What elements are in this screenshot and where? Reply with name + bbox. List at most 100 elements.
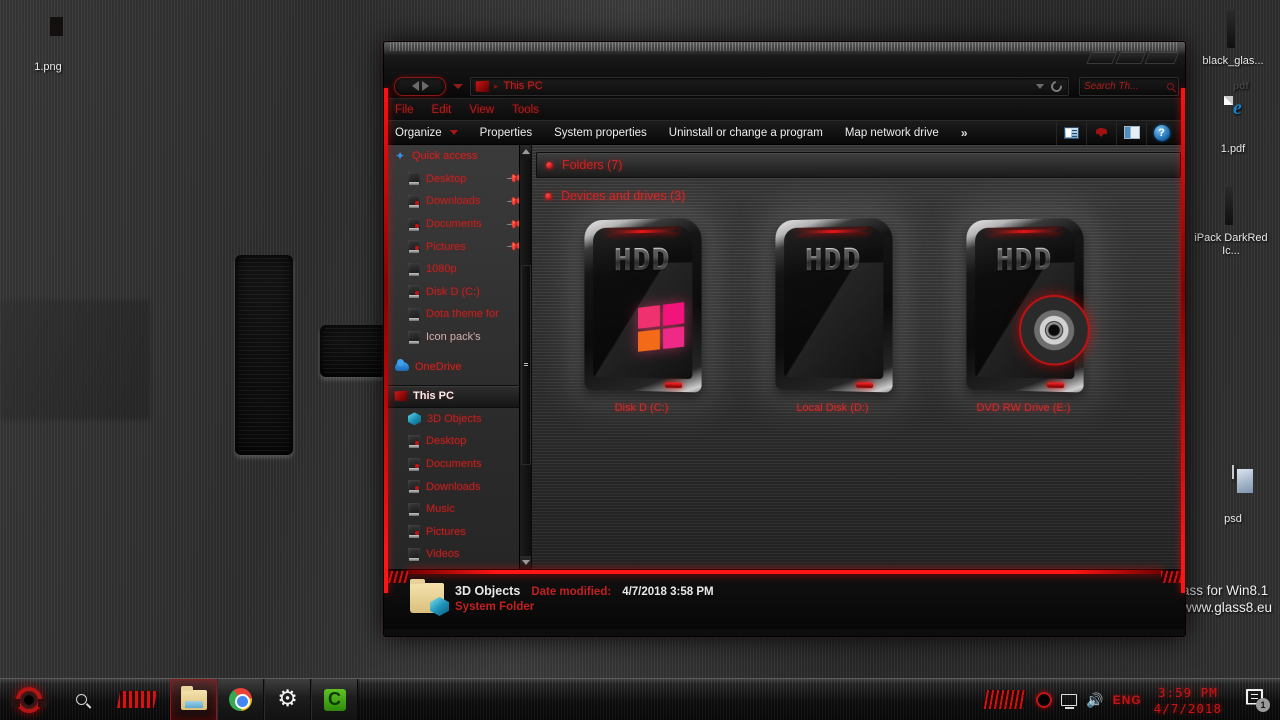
sidebar-scrollbar[interactable] xyxy=(519,145,531,569)
system-properties-button[interactable]: System properties xyxy=(554,127,647,139)
tray-language-indicator[interactable]: ENG xyxy=(1113,693,1142,707)
sidebar-item-3d-objects[interactable]: 3D Objects xyxy=(384,408,531,431)
taskbar-item-settings[interactable] xyxy=(264,679,311,720)
change-view-button[interactable] xyxy=(1056,120,1086,145)
properties-button[interactable]: Properties xyxy=(480,127,532,139)
group-header-devices[interactable]: Devices and drives (3) xyxy=(532,183,1185,209)
sidebar-item-quick-access[interactable]: ✦ Quick access xyxy=(384,145,531,168)
help-button[interactable]: ? xyxy=(1146,120,1176,145)
file-explorer-window[interactable]: ▸ This PC Search Th... File Edit View To… xyxy=(383,41,1186,637)
address-bar-row[interactable]: ▸ This PC Search Th... xyxy=(384,72,1185,98)
map-network-drive-button[interactable]: Map network drive xyxy=(845,127,939,139)
refresh-icon[interactable] xyxy=(1049,78,1064,93)
drive-item-c[interactable]: HDD Disk D (C:) xyxy=(574,219,709,414)
chevron-down-icon[interactable] xyxy=(1036,84,1044,89)
scroll-down-button[interactable] xyxy=(520,556,532,569)
nav-buttons[interactable] xyxy=(394,77,446,96)
desktop-icon-psd[interactable]: psd xyxy=(1190,466,1276,526)
drive-item-d[interactable]: HDD Local Disk (D:) xyxy=(765,219,900,414)
watermark-line2: www.glass8.eu xyxy=(1182,599,1280,616)
taskbar-item-chrome[interactable] xyxy=(217,679,264,720)
this-pc-icon xyxy=(476,80,489,92)
desktop-icon-1png[interactable]: 1.png xyxy=(5,14,91,74)
sidebar-item-1080p[interactable]: 1080p xyxy=(384,258,531,281)
sidebar-item-downloads[interactable]: Downloads 📌 xyxy=(384,190,531,213)
notification-center-button[interactable]: 1 xyxy=(1244,688,1270,712)
navigation-pane[interactable]: ✦ Quick access Desktop 📌 Downloads 📌 Doc… xyxy=(384,145,532,569)
scrollbar-thumb[interactable] xyxy=(521,265,531,465)
sidebar-item-documents[interactable]: Documents 📌 xyxy=(384,213,531,236)
folder-icon xyxy=(408,240,420,253)
sidebar-item-label: Videos xyxy=(426,548,459,560)
menu-bar[interactable]: File Edit View Tools xyxy=(384,98,1185,120)
search-input[interactable]: Search Th... xyxy=(1079,77,1179,96)
group-expander-icon[interactable] xyxy=(546,162,553,169)
address-bar[interactable]: ▸ This PC xyxy=(470,77,1069,96)
group-header-folders[interactable]: Folders (7) xyxy=(536,152,1181,178)
taskbar-item-file-explorer[interactable] xyxy=(170,679,217,720)
system-tray[interactable]: 🔊 ENG 3:59 PM 4/7/2018 1 xyxy=(982,679,1280,720)
desktop-icon-black-glass[interactable]: black_glas... xyxy=(1190,8,1276,68)
drive-item-e[interactable]: HDD DVD RW Drive (E:) xyxy=(956,219,1091,414)
star-icon: ✦ xyxy=(395,151,406,162)
breadcrumb[interactable]: This PC xyxy=(504,80,543,92)
tray-show-hidden-button[interactable] xyxy=(1036,692,1052,708)
start-button[interactable] xyxy=(0,679,58,720)
sidebar-item-this-pc[interactable]: This PC xyxy=(384,385,531,408)
sidebar-item-desktop-pc[interactable]: Desktop xyxy=(384,430,531,453)
desktop-icon-ipack-darkred[interactable]: iPack DarkRed Ic... xyxy=(1188,185,1274,258)
group-expander-icon[interactable] xyxy=(545,193,552,200)
taskbar-search-button[interactable] xyxy=(58,679,104,720)
preview-pane-button[interactable] xyxy=(1116,120,1146,145)
sidebar-item-label: Quick access xyxy=(412,150,477,162)
menu-file[interactable]: File xyxy=(395,104,414,116)
sidebar-item-music[interactable]: Music xyxy=(384,498,531,521)
sidebar-item-disk-d-c[interactable]: Disk D (C:) xyxy=(384,281,531,304)
folder-icon xyxy=(408,480,420,493)
forward-icon[interactable] xyxy=(422,81,429,91)
close-button[interactable] xyxy=(1144,51,1179,64)
drive-label: Local Disk (D:) xyxy=(765,402,900,414)
scroll-up-button[interactable] xyxy=(520,145,532,158)
task-view-button[interactable] xyxy=(104,679,170,720)
chevron-down-icon xyxy=(522,560,530,565)
address-bar-actions[interactable] xyxy=(1036,81,1064,92)
command-bar[interactable]: Organize Properties System properties Un… xyxy=(384,120,1185,145)
view-dropdown-button[interactable] xyxy=(1086,120,1116,145)
folder-icon xyxy=(408,458,420,471)
back-icon[interactable] xyxy=(412,81,419,91)
sidebar-item-pictures-pc[interactable]: Pictures xyxy=(384,521,531,544)
sidebar-item-desktop[interactable]: Desktop 📌 xyxy=(384,168,531,191)
title-bar[interactable] xyxy=(384,42,1185,72)
menu-edit[interactable]: Edit xyxy=(432,104,452,116)
uninstall-change-program-button[interactable]: Uninstall or change a program xyxy=(669,127,823,139)
organize-button[interactable]: Organize xyxy=(395,127,442,139)
taskbar[interactable]: 🔊 ENG 3:59 PM 4/7/2018 1 xyxy=(0,678,1280,720)
tray-network-button[interactable] xyxy=(1061,694,1077,706)
sidebar-item-pictures[interactable]: Pictures 📌 xyxy=(384,235,531,258)
maximize-button[interactable] xyxy=(1115,51,1146,64)
content-pane[interactable]: Folders (7) Devices and drives (3) HDD xyxy=(532,145,1185,569)
tray-volume-button[interactable]: 🔊 xyxy=(1086,693,1103,707)
sidebar-item-onedrive[interactable]: OneDrive xyxy=(384,355,531,378)
png-file-icon xyxy=(5,14,91,58)
menu-tools[interactable]: Tools xyxy=(512,104,539,116)
window-controls[interactable] xyxy=(1089,51,1177,65)
taskbar-item-camtasia[interactable] xyxy=(311,679,358,720)
menu-view[interactable]: View xyxy=(469,104,494,116)
sidebar-item-icon-packs[interactable]: Icon pack's xyxy=(384,326,531,349)
recent-locations-icon[interactable] xyxy=(453,84,463,89)
chevron-down-icon[interactable] xyxy=(450,130,458,135)
sidebar-item-label: 1080p xyxy=(426,263,457,275)
sidebar-item-videos[interactable]: Videos xyxy=(384,543,531,566)
sidebar-item-dota-theme[interactable]: Dota theme for xyxy=(384,303,531,326)
sidebar-item-documents-pc[interactable]: Documents xyxy=(384,453,531,476)
minimize-button[interactable] xyxy=(1086,51,1117,64)
folder-icon xyxy=(408,172,420,185)
desktop-icon-1pdf[interactable]: epdf 1.pdf xyxy=(1190,96,1276,156)
sidebar-item-label: Dota theme for xyxy=(426,308,499,320)
command-bar-right[interactable]: ? xyxy=(1056,120,1185,145)
sidebar-item-downloads-pc[interactable]: Downloads xyxy=(384,475,531,498)
taskbar-clock[interactable]: 3:59 PM 4/7/2018 xyxy=(1154,684,1222,716)
overflow-chevron-icon[interactable]: » xyxy=(961,126,968,140)
